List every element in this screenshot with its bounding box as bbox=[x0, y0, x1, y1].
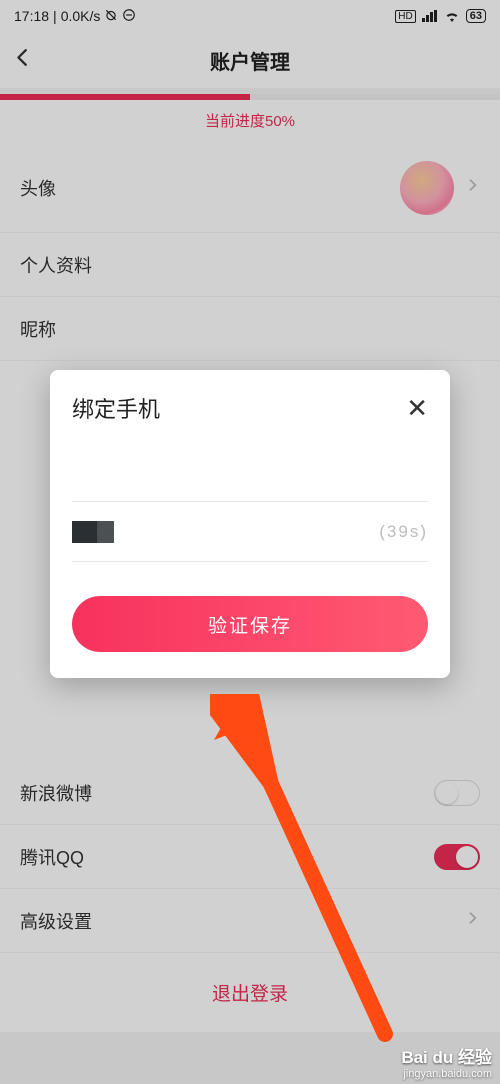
status-bar: 17:18 | 0.0K/s HD 63 bbox=[0, 0, 500, 32]
status-time: 17:18 bbox=[14, 8, 49, 24]
wifi-icon bbox=[444, 10, 460, 22]
watermark: Bai du 经验 jingyan.baidu.com bbox=[401, 1043, 492, 1080]
bind-phone-modal: 绑定手机 ✕ (39s) 验证保存 bbox=[50, 370, 450, 678]
close-icon[interactable]: ✕ bbox=[406, 395, 428, 421]
logout-button[interactable]: 退出登录 bbox=[0, 953, 500, 1032]
toggle-weibo[interactable] bbox=[434, 780, 480, 806]
row-qq[interactable]: 腾讯QQ bbox=[0, 825, 500, 889]
code-input-row: (39s) bbox=[72, 502, 428, 562]
back-button[interactable] bbox=[12, 47, 34, 74]
signal-icon bbox=[422, 10, 438, 22]
battery-icon: 63 bbox=[466, 9, 486, 23]
status-netspeed: 0.0K/s bbox=[61, 8, 101, 24]
row-label: 个人资料 bbox=[20, 252, 92, 278]
chevron-right-icon bbox=[464, 177, 480, 198]
row-label: 昵称 bbox=[20, 316, 56, 342]
dnd-icon bbox=[122, 8, 136, 25]
page-header: 账户管理 bbox=[0, 32, 500, 88]
progress-bar bbox=[0, 94, 500, 100]
progress-label: 当前进度50% bbox=[0, 100, 500, 137]
alarm-off-icon bbox=[104, 8, 118, 25]
row-label: 高级设置 bbox=[20, 908, 92, 934]
chevron-right-icon bbox=[464, 910, 480, 931]
progress-section: 当前进度50% bbox=[0, 94, 500, 143]
hd-icon: HD bbox=[395, 10, 415, 23]
page-title: 账户管理 bbox=[210, 46, 290, 75]
modal-title: 绑定手机 bbox=[72, 392, 160, 424]
row-nickname[interactable]: 昵称 bbox=[0, 297, 500, 361]
row-label: 新浪微博 bbox=[20, 780, 92, 806]
avatar-image bbox=[400, 161, 454, 215]
row-profile[interactable]: 个人资料 bbox=[0, 233, 500, 297]
row-label: 头像 bbox=[20, 175, 56, 201]
countdown-text: (39s) bbox=[379, 522, 428, 542]
verify-save-button[interactable]: 验证保存 bbox=[72, 596, 428, 652]
row-advanced[interactable]: 高级设置 bbox=[0, 889, 500, 953]
phone-input[interactable] bbox=[72, 442, 428, 502]
row-label: 腾讯QQ bbox=[20, 844, 84, 870]
row-avatar[interactable]: 头像 bbox=[0, 143, 500, 233]
row-weibo[interactable]: 新浪微博 bbox=[0, 761, 500, 825]
toggle-qq[interactable] bbox=[434, 844, 480, 870]
code-input[interactable] bbox=[72, 521, 114, 543]
